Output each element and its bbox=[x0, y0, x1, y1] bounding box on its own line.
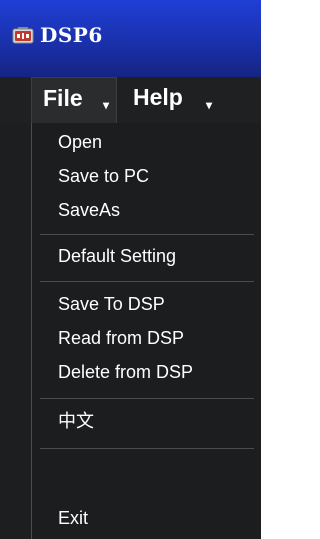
menu-separator bbox=[40, 398, 254, 399]
file-menu-dropdown: Open Save to PC SaveAs Default Setting S… bbox=[31, 123, 261, 539]
menu-item-default-setting[interactable]: Default Setting bbox=[58, 245, 176, 267]
window-edge bbox=[261, 0, 265, 539]
menu-item-read-from-dsp[interactable]: Read from DSP bbox=[58, 327, 184, 349]
menu-item-save-to-dsp[interactable]: Save To DSP bbox=[58, 293, 165, 315]
title-bar[interactable]: DSP6 bbox=[0, 0, 261, 77]
app-window: DSP6 File ▾ Help ▾ Open Save to PC SaveA… bbox=[0, 0, 261, 539]
menu-item-chinese[interactable]: 中文 bbox=[58, 410, 94, 432]
menu-item-save-as[interactable]: SaveAs bbox=[58, 199, 120, 221]
menu-separator bbox=[40, 281, 254, 282]
file-dropdown-caret-icon: ▾ bbox=[103, 98, 110, 112]
menu-item-open[interactable]: Open bbox=[58, 131, 102, 153]
menu-help[interactable]: Help bbox=[133, 84, 183, 111]
window-title: DSP6 bbox=[40, 23, 103, 47]
menu-item-delete-from-dsp[interactable]: Delete from DSP bbox=[58, 361, 193, 383]
menu-item-exit[interactable]: Exit bbox=[58, 507, 88, 529]
menu-file-label: File bbox=[43, 85, 83, 111]
help-dropdown-caret-icon: ▾ bbox=[206, 98, 213, 112]
menu-separator bbox=[40, 234, 254, 235]
menu-item-save-to-pc[interactable]: Save to PC bbox=[58, 165, 149, 187]
menu-separator bbox=[40, 448, 254, 449]
dsp-app-icon bbox=[12, 27, 34, 44]
menu-bar: File ▾ Help ▾ bbox=[0, 77, 261, 123]
